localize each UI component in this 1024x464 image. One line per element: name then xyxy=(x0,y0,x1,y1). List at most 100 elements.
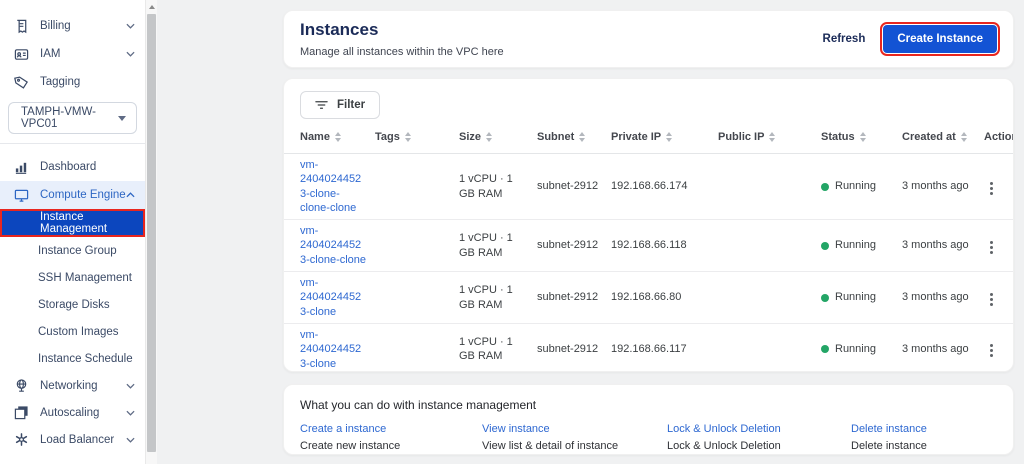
sidebar-item-label: Billing xyxy=(40,20,71,32)
sidebar-item-label: Instance Group xyxy=(38,245,117,257)
sidebar-item-networking[interactable]: Networking xyxy=(0,372,145,399)
sidebar-item-custom-images[interactable]: Custom Images xyxy=(0,318,145,345)
column-header-size[interactable]: Size xyxy=(459,131,492,143)
delete-instance-link[interactable]: Delete instance xyxy=(851,423,997,435)
delete-instance-description: Delete instance xyxy=(851,440,997,452)
lock-unlock-deletion-description: Lock & Unlock Deletion xyxy=(667,440,851,452)
column-header-name[interactable]: Name xyxy=(300,131,341,143)
refresh-button[interactable]: Refresh xyxy=(823,33,866,45)
sort-icon xyxy=(405,132,411,142)
table-row: vm-24040244523-clone-clone 1 vCPU · 1 GB… xyxy=(284,220,1014,272)
sidebar: Billing IAM Tagging TAMPH-VMW-VPC01 Dash… xyxy=(0,0,145,464)
filter-button[interactable]: Filter xyxy=(300,91,380,119)
chevron-down-icon xyxy=(126,23,135,29)
help-card: What you can do with instance management… xyxy=(283,384,1014,455)
table-row: vm-24040244523-clone 1 vCPU · 1 GB RAM s… xyxy=(284,323,1014,372)
row-actions-menu-icon[interactable] xyxy=(984,237,999,258)
sort-icon xyxy=(769,132,775,142)
lock-unlock-deletion-link[interactable]: Lock & Unlock Deletion xyxy=(667,423,851,435)
tag-icon xyxy=(13,74,29,90)
tags-cell xyxy=(375,323,459,372)
billing-icon xyxy=(13,18,29,34)
sidebar-item-label: SSH Management xyxy=(38,272,132,284)
row-actions-menu-icon[interactable] xyxy=(984,289,999,310)
sidebar-item-instance-management[interactable]: Instance Management xyxy=(2,211,143,235)
row-actions-menu-icon[interactable] xyxy=(984,340,999,361)
subnet-cell: subnet-2912 xyxy=(537,154,611,220)
created-at-cell: 3 months ago xyxy=(902,220,984,272)
private-ip-cell: 192.168.66.80 xyxy=(611,272,718,324)
table-row: vm-24040244523-clone 1 vCPU · 1 GB RAM s… xyxy=(284,272,1014,324)
filter-button-label: Filter xyxy=(337,99,365,111)
create-instance-link[interactable]: Create a instance xyxy=(300,423,482,435)
sidebar-item-label: Instance Schedule xyxy=(38,353,133,365)
sort-icon xyxy=(486,132,492,142)
table-row: vm-24040244523-clone-clone-clone 1 vCPU … xyxy=(284,154,1014,220)
sidebar-item-dashboard[interactable]: Dashboard xyxy=(0,153,145,181)
public-ip-cell xyxy=(718,323,821,372)
subnet-cell: subnet-2912 xyxy=(537,272,611,324)
instance-name-link[interactable]: vm-24040244523-clone-clone-clone xyxy=(300,159,361,214)
view-instance-link[interactable]: View instance xyxy=(482,423,667,435)
status-dot-icon xyxy=(821,183,829,191)
vpc-selector-value: TAMPH-VMW-VPC01 xyxy=(21,106,118,130)
page-header-card: Instances Manage all instances within th… xyxy=(283,10,1014,68)
sidebar-item-instance-group[interactable]: Instance Group xyxy=(0,237,145,264)
column-header-status[interactable]: Status xyxy=(821,131,866,143)
table-header-row: Name Tags Size Subnet Private IP Public … xyxy=(284,123,1014,154)
column-header-subnet[interactable]: Subnet xyxy=(537,131,585,143)
instance-name-link[interactable]: vm-24040244523-clone xyxy=(300,329,361,370)
sidebar-item-tagging[interactable]: Tagging xyxy=(0,68,145,96)
dashboard-icon xyxy=(13,159,29,175)
iam-icon xyxy=(13,46,29,62)
sidebar-item-autoscaling[interactable]: Autoscaling xyxy=(0,399,145,426)
sidebar-item-ssh-management[interactable]: SSH Management xyxy=(0,264,145,291)
chevron-up-icon xyxy=(126,192,135,198)
annotation-box-instance-management: Instance Management xyxy=(0,209,145,237)
size-cell: 1 vCPU · 1 GB RAM xyxy=(459,154,537,220)
private-ip-cell: 192.168.66.174 xyxy=(611,154,718,220)
row-actions-menu-icon[interactable] xyxy=(984,178,999,199)
sidebar-item-instance-schedule[interactable]: Instance Schedule xyxy=(0,345,145,372)
scrollbar-thumb[interactable] xyxy=(147,14,156,452)
subnet-cell: subnet-2912 xyxy=(537,220,611,272)
load-balancer-icon xyxy=(13,432,29,448)
column-header-created-at[interactable]: Created at xyxy=(902,131,967,143)
column-header-tags[interactable]: Tags xyxy=(375,131,411,143)
column-header-public-ip[interactable]: Public IP xyxy=(718,131,775,143)
sidebar-scrollbar[interactable] xyxy=(145,0,157,464)
sidebar-item-billing[interactable]: Billing xyxy=(0,12,145,40)
status-dot-icon xyxy=(821,345,829,353)
subnet-cell: subnet-2912 xyxy=(537,323,611,372)
page-title: Instances xyxy=(300,20,504,40)
chevron-down-icon xyxy=(126,51,135,57)
sidebar-item-label: Dashboard xyxy=(40,161,96,173)
sidebar-item-iam[interactable]: IAM xyxy=(0,40,145,68)
tags-cell xyxy=(375,220,459,272)
status-badge: Running xyxy=(821,238,894,252)
main-content: Instances Manage all instances within th… xyxy=(283,0,1014,464)
sidebar-item-label: Compute Engine xyxy=(40,189,126,201)
vpc-selector[interactable]: TAMPH-VMW-VPC01 xyxy=(8,102,137,134)
create-instance-button[interactable]: Create Instance xyxy=(883,25,997,53)
sidebar-item-compute-engine[interactable]: Compute Engine xyxy=(0,181,145,209)
status-badge: Running xyxy=(821,290,894,304)
status-badge: Running xyxy=(821,179,894,193)
sidebar-item-load-balancer[interactable]: Load Balancer xyxy=(0,426,145,453)
sort-icon xyxy=(666,132,672,142)
size-cell: 1 vCPU · 1 GB RAM xyxy=(459,272,537,324)
column-header-private-ip[interactable]: Private IP xyxy=(611,131,672,143)
filter-icon xyxy=(315,100,328,110)
scrollbar-up-button[interactable] xyxy=(146,0,157,13)
public-ip-cell xyxy=(718,272,821,324)
help-card-title: What you can do with instance management xyxy=(300,398,997,412)
view-instance-description: View list & detail of instance xyxy=(482,440,667,452)
instance-name-link[interactable]: vm-24040244523-clone xyxy=(300,277,361,318)
instance-name-link[interactable]: vm-24040244523-clone-clone xyxy=(300,225,366,266)
status-dot-icon xyxy=(821,294,829,302)
sidebar-item-storage-disks[interactable]: Storage Disks xyxy=(0,291,145,318)
created-at-cell: 3 months ago xyxy=(902,154,984,220)
networking-icon xyxy=(13,378,29,394)
sidebar-item-label: Load Balancer xyxy=(40,434,114,446)
sort-icon xyxy=(860,132,866,142)
